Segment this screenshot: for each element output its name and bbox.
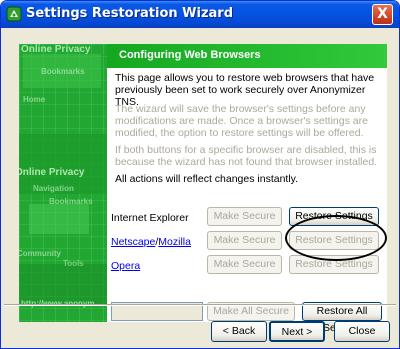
banner-text-5: Navigation [33,184,74,193]
close-window-button[interactable]: X [372,4,393,25]
netscape-link[interactable]: Netscape [111,236,155,248]
close-button[interactable]: Close [334,321,390,342]
ie-make-secure-button[interactable]: Make Secure [207,207,282,226]
banner-text-6: Bookmarks [49,197,93,206]
mozilla-link[interactable]: Mozilla [158,236,191,248]
app-icon [6,6,22,22]
browser-label-ie: Internet Explorer [111,212,189,224]
note-text: All actions will reflect changes instant… [115,173,299,185]
title-bar[interactable]: Settings Restoration Wizard X [1,1,399,28]
opera-link[interactable]: Opera [111,260,140,272]
info-text-1: The wizard will save the browser's setti… [115,103,368,139]
highlight-circle [285,215,387,261]
close-icon: X [377,6,388,22]
wizard-window: Settings Restoration Wizard X Online Pri… [0,0,400,349]
netscape-make-secure-button[interactable]: Make Secure [207,231,282,250]
banner-text-7: Community [19,249,62,258]
banner-text-2: Bookmarks [41,67,85,76]
opera-make-secure-button[interactable]: Make Secure [207,255,282,274]
next-button[interactable]: Next > [269,321,325,342]
banner-text-4: Online Privacy [19,167,85,178]
panel-header: Configuring Web Browsers [107,44,387,68]
banner-text-3: Home [23,95,46,104]
wizard-content: Online Privacy Bookmarks Home Online Pri… [4,28,396,346]
side-banner-image: Online Privacy Bookmarks Home Online Pri… [19,44,107,322]
banner-text-1: Online Privacy [21,44,91,55]
browser-label-netscape-mozilla: Netscape/Mozilla [111,236,191,248]
info-text-2: If both buttons for a specific browser a… [115,144,378,168]
side-banner-graphic: Online Privacy Bookmarks Home Online Pri… [19,44,107,322]
panel-body: This page allows you to restore web brow… [107,68,387,334]
back-button[interactable]: < Back [211,321,267,342]
footer-divider [4,304,396,306]
window-title: Settings Restoration Wizard [26,6,234,21]
banner-text-8: Tools [63,259,84,268]
